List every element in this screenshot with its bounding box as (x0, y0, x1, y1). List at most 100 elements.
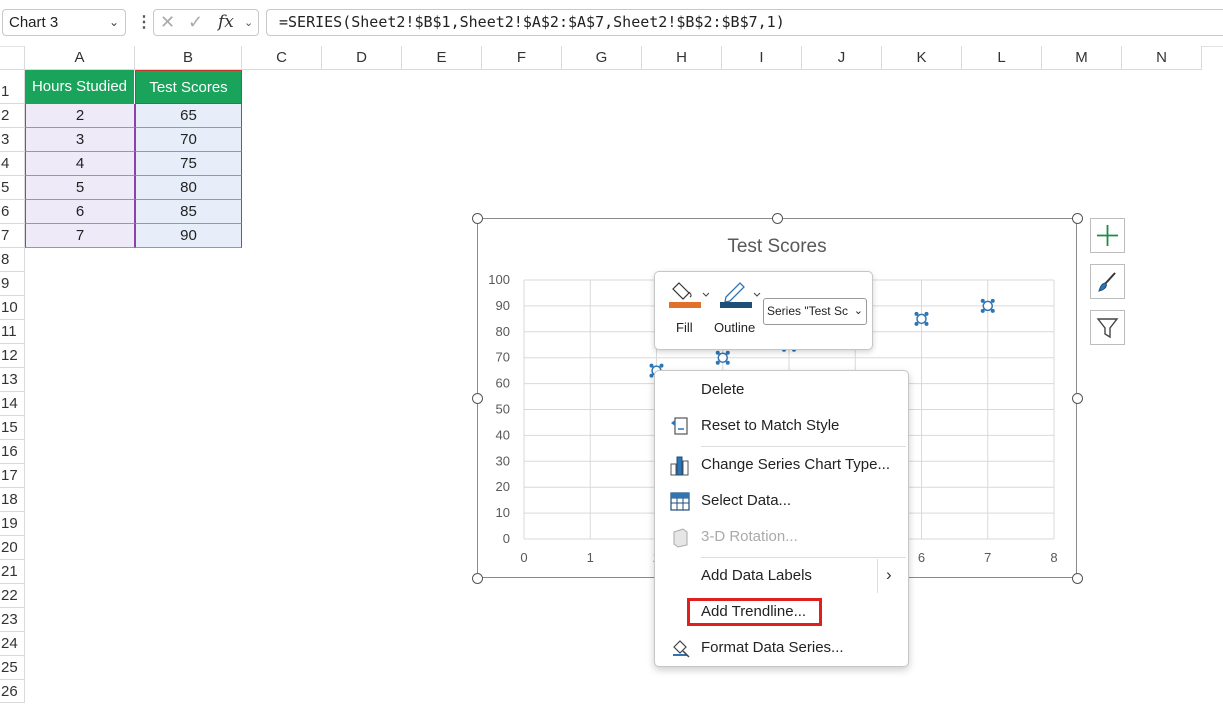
row-header-8[interactable]: 8 (0, 248, 25, 272)
fill-label: Fill (676, 320, 693, 335)
row-header-6[interactable]: 6 (0, 200, 25, 224)
chevron-down-icon[interactable]: ⌄ (109, 10, 119, 35)
row-header-5[interactable]: 5 (0, 176, 25, 200)
column-header-h[interactable]: H (642, 46, 722, 70)
table-cell-hours[interactable]: 5 (25, 176, 135, 200)
formula-input[interactable]: =SERIES(Sheet2!$B$1,Sheet2!$A$2:$A$7,She… (266, 9, 1223, 36)
column-header-j[interactable]: J (802, 46, 882, 70)
row-header-4[interactable]: 4 (0, 152, 25, 176)
row-header-7[interactable]: 7 (0, 224, 25, 248)
row-header-18[interactable]: 18 (0, 488, 25, 512)
row-header-12[interactable]: 12 (0, 344, 25, 368)
formula-buttons: ✕ ✓ fx ⌄ (153, 9, 259, 36)
column-header-l[interactable]: L (962, 46, 1042, 70)
x-tick-label: 7 (984, 550, 991, 565)
y-tick-label: 90 (496, 298, 510, 313)
chevron-right-icon: › (886, 565, 892, 584)
row-header-14[interactable]: 14 (0, 392, 25, 416)
data-point[interactable] (715, 350, 730, 365)
table-cell-hours[interactable]: 2 (25, 104, 135, 128)
table-header-hours[interactable]: Hours Studied (25, 70, 135, 104)
resize-handle[interactable] (1072, 213, 1083, 224)
column-header-i[interactable]: I (722, 46, 802, 70)
check-icon[interactable]: ✓ (188, 12, 203, 33)
table-cell-hours[interactable]: 7 (25, 224, 135, 248)
table-cell-score[interactable]: 85 (135, 200, 242, 224)
row-header-19[interactable]: 19 (0, 512, 25, 536)
resize-handle[interactable] (472, 573, 483, 584)
table-cell-score[interactable]: 75 (135, 152, 242, 176)
menu-item-delete[interactable]: Delete (655, 373, 908, 407)
name-box[interactable]: Chart 3 ⌄ (2, 9, 126, 36)
chart-filters-button[interactable] (1090, 310, 1125, 345)
row-header-10[interactable]: 10 (0, 296, 25, 320)
chevron-down-icon[interactable]: ⌄ (244, 16, 253, 29)
cancel-icon[interactable]: ✕ (160, 12, 175, 33)
column-header-d[interactable]: D (322, 46, 402, 70)
more-options-icon[interactable]: ⋮ (136, 12, 152, 32)
menu-item-label: Select Data... (701, 492, 792, 509)
chart-styles-button[interactable] (1090, 264, 1125, 299)
y-tick-label: 100 (488, 272, 510, 287)
column-header-n[interactable]: N (1122, 46, 1202, 70)
row-header-25[interactable]: 25 (0, 656, 25, 680)
fx-icon[interactable]: fx (218, 12, 234, 32)
resize-handle[interactable] (1072, 393, 1083, 404)
y-tick-label: 10 (496, 505, 510, 520)
row-header-21[interactable]: 21 (0, 560, 25, 584)
filter-icon (1096, 318, 1119, 339)
table-header-scores[interactable]: Test Scores (135, 70, 242, 104)
column-header-c[interactable]: C (242, 46, 322, 70)
row-header-23[interactable]: 23 (0, 608, 25, 632)
y-tick-label: 40 (496, 427, 510, 442)
row-header-15[interactable]: 15 (0, 416, 25, 440)
column-header-g[interactable]: G (562, 46, 642, 70)
menu-item-add-data-labels[interactable]: Add Data Labels › (655, 559, 908, 593)
menu-item-reset-style[interactable]: Reset to Match Style (655, 409, 908, 443)
resize-handle[interactable] (772, 213, 783, 224)
resize-handle[interactable] (472, 393, 483, 404)
table-cell-hours[interactable]: 4 (25, 152, 135, 176)
table-cell-score[interactable]: 65 (135, 104, 242, 128)
row-header-22[interactable]: 22 (0, 584, 25, 608)
row-header-17[interactable]: 17 (0, 464, 25, 488)
resize-handle[interactable] (1072, 573, 1083, 584)
select-all-corner[interactable] (0, 46, 25, 70)
row-header-11[interactable]: 11 (0, 320, 25, 344)
mini-toolbar: Fill Outline Series "Test Sc ⌄ (654, 271, 873, 350)
row-header-9[interactable]: 9 (0, 272, 25, 296)
data-point[interactable] (914, 311, 929, 326)
table-cell-score[interactable]: 90 (135, 224, 242, 248)
table-cell-score[interactable]: 70 (135, 128, 242, 152)
y-tick-label: 30 (496, 453, 510, 468)
series-select[interactable]: Series "Test Sc ⌄ (763, 298, 867, 325)
chart-title[interactable]: Test Scores (727, 236, 826, 257)
column-header-m[interactable]: M (1042, 46, 1122, 70)
submenu-divider (877, 559, 878, 593)
row-header-2[interactable]: 2 (0, 104, 25, 128)
menu-item-select-data[interactable]: Select Data... (655, 484, 908, 518)
data-point[interactable] (980, 298, 995, 313)
chart-elements-button[interactable] (1090, 218, 1125, 253)
menu-item-change-chart-type[interactable]: Change Series Chart Type... (655, 448, 908, 482)
rotation-3d-icon (673, 528, 688, 548)
outline-button[interactable] (720, 279, 762, 311)
row-header-16[interactable]: 16 (0, 440, 25, 464)
menu-item-format-data-series[interactable]: Format Data Series... (655, 631, 908, 665)
row-header-1[interactable]: 1 (0, 70, 25, 104)
column-header-f[interactable]: F (482, 46, 562, 70)
row-header-13[interactable]: 13 (0, 368, 25, 392)
column-header-e[interactable]: E (402, 46, 482, 70)
row-header-26[interactable]: 26 (0, 680, 25, 703)
row-header-24[interactable]: 24 (0, 632, 25, 656)
column-header-k[interactable]: K (882, 46, 962, 70)
fill-button[interactable] (669, 279, 710, 311)
row-header-20[interactable]: 20 (0, 536, 25, 560)
table-cell-hours[interactable]: 6 (25, 200, 135, 224)
row-header-3[interactable]: 3 (0, 128, 25, 152)
table-cell-hours[interactable]: 3 (25, 128, 135, 152)
table-cell-score[interactable]: 80 (135, 176, 242, 200)
column-header-a[interactable]: A (25, 46, 135, 70)
column-header-b[interactable]: B (135, 46, 242, 70)
resize-handle[interactable] (472, 213, 483, 224)
